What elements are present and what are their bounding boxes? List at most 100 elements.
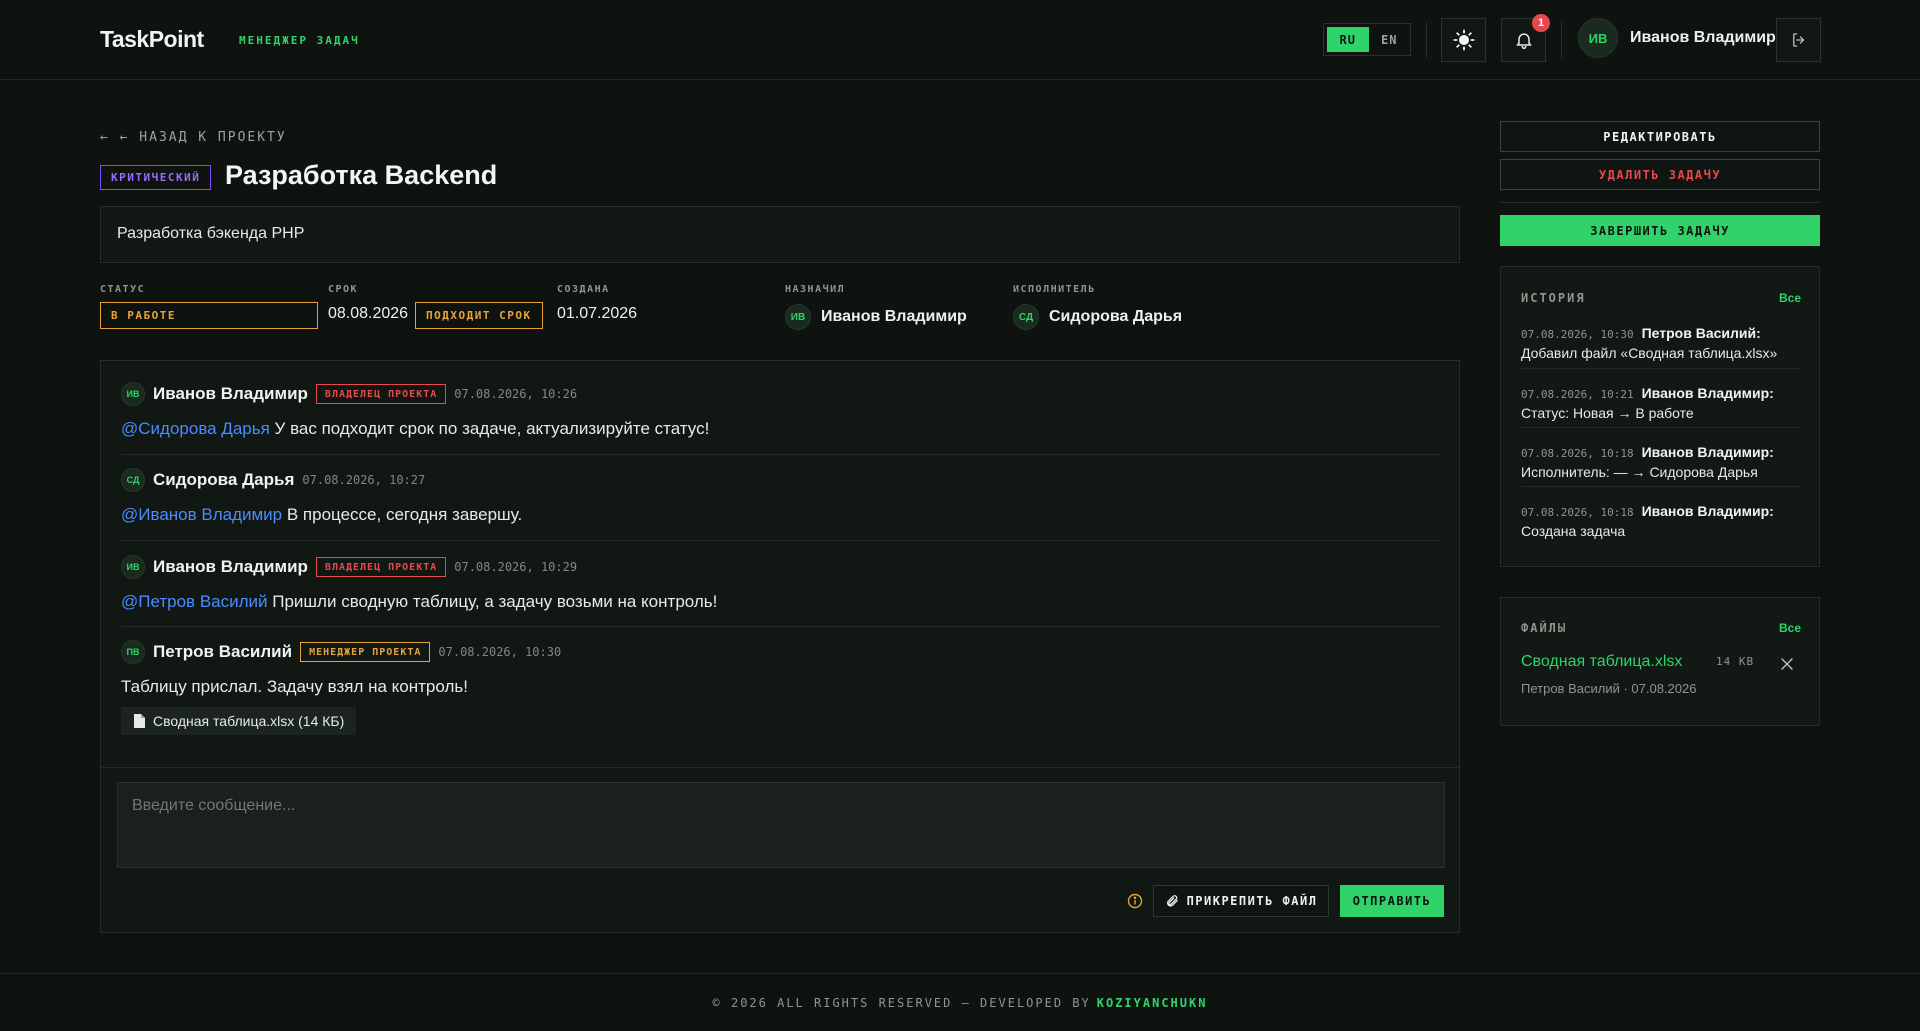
app-logo[interactable]: TaskPoint [100,26,204,53]
info-icon[interactable] [1127,893,1143,909]
message-input[interactable]: Введите сообщение... [117,782,1445,868]
file-size: 14 KB [1716,655,1755,668]
priority-badge: КРИТИЧЕСКИЙ [100,165,212,190]
history-item: 07.08.2026, 10:30 Петров Василий: Добавил … [1521,325,1778,361]
close-icon[interactable] [1781,658,1793,670]
history-all-link[interactable]: Все [1779,291,1801,305]
back-to-project-link[interactable]: ← ← НАЗАД К ПРОЕКТУ [100,130,287,145]
sun-icon [1452,29,1475,51]
notifications-button[interactable]: 1 [1501,14,1550,62]
assigner: ИВ Иванов Владимир [785,304,967,330]
bell-icon [1516,33,1531,50]
files-title: ФАЙЛЫ [1521,621,1568,635]
lang-en-button[interactable]: EN [1369,24,1411,55]
avatar: ИВ [785,304,811,330]
notification-count-badge: 1 [1532,14,1550,32]
message-author: Петров Василий [153,642,293,661]
logout-icon [1792,33,1804,47]
chat-message: ИВ Иванов Владимир ВЛАДЕЛЕЦ ПРОЕКТА 07.0… [121,554,1441,612]
file-link[interactable]: Сводная таблица.xlsx [1521,653,1682,671]
delete-task-button[interactable]: УДАЛИТЬ ЗАДАЧУ [1500,159,1820,190]
assigner-label: НАЗНАЧИЛ [785,284,846,295]
message-time: 07.08.2026, 10:27 [302,473,426,487]
message-author: Сидорова Дарья [153,470,295,489]
files-all-link[interactable]: Все [1779,621,1801,635]
chat-divider [101,767,1459,768]
user-name: Иванов Владимир [1630,29,1776,46]
history-divider [1521,368,1801,369]
chat-message: СД Сидорова Дарья 07.08.2026, 10:27 @Ива… [121,467,1441,525]
message-author: Иванов Владимир [153,384,308,403]
language-switcher: RU EN [1323,23,1411,56]
history-title: ИСТОРИЯ [1521,291,1586,305]
sidebar-divider [1500,202,1820,203]
history-item: 07.08.2026, 10:18 Иванов Владимир: Исполни… [1521,444,1774,480]
role-badge: ВЛАДЕЛЕЦ ПРОЕКТА [315,557,447,577]
file-icon [134,714,145,728]
top-header: TaskPoint МЕНЕДЖЕР ЗАДАЧ RU EN 1 ИВ Иван… [0,0,1920,80]
logout-button[interactable] [1776,18,1821,62]
message-time: 07.08.2026, 10:29 [454,560,578,574]
complete-task-button[interactable]: ЗАВЕРШИТЬ ЗАДАЧУ [1500,215,1820,246]
theme-toggle-button[interactable] [1441,18,1486,62]
header-divider [1426,22,1427,58]
header-divider [1561,22,1562,58]
avatar: ИВ [121,382,145,406]
history-item: 07.08.2026, 10:18 Иванов Владимир: Создана… [1521,503,1774,539]
user-profile[interactable]: ИВ Иванов Владимир [1578,18,1776,58]
assignee-name: Сидорова Дарья [1049,308,1183,325]
paperclip-icon [1166,895,1178,907]
mention-link[interactable]: @Иванов Владимир [121,505,282,524]
avatar: ИВ [121,555,145,579]
message-time: 07.08.2026, 10:26 [454,387,578,401]
message-text: @Иванов Владимир В процессе, сегодня зав… [121,505,523,524]
attach-file-button[interactable]: ПРИКРЕПИТЬ ФАЙЛ [1153,885,1329,917]
page-title: Разработка Backend [225,160,498,190]
message-divider [121,454,1441,455]
developer-link[interactable]: KOZIYANCHUKN [1097,996,1208,1010]
file-meta: Петров Василий · 07.08.2026 [1521,681,1697,696]
history-panel: ИСТОРИЯ Все 07.08.2026, 10:30 Петров Васи… [1500,266,1820,567]
files-panel: ФАЙЛЫ Все Сводная таблица.xlsx 14 KB Пет… [1500,597,1820,726]
message-divider [121,540,1441,541]
assignee: СД Сидорова Дарья [1013,304,1182,330]
due-label: СРОК [328,284,359,295]
status-label: СТАТУС [100,284,146,295]
due-soon-badge: ПОДХОДИТ СРОК [415,302,543,329]
history-divider [1521,486,1801,487]
task-description: Разработка бэкенда PHP [100,206,1460,263]
assigner-name: Иванов Владимир [821,308,967,325]
role-badge: ВЛАДЕЛЕЦ ПРОЕКТА [315,384,447,404]
mention-link[interactable]: @Петров Василий [121,592,268,611]
send-button[interactable]: ОТПРАВИТЬ [1340,885,1444,917]
message-text: @Сидорова Дарья У вас подходит срок по з… [121,419,710,438]
role-badge: МЕНЕДЖЕР ПРОЕКТА [300,642,431,662]
avatar: СД [1013,304,1039,330]
message-divider [121,626,1441,627]
lang-ru-button[interactable]: RU [1327,27,1369,52]
chat-message: ПВ Петров Василий МЕНЕДЖЕР ПРОЕКТА 07.08… [121,639,1441,735]
avatar: ИВ [1578,18,1618,58]
message-time: 07.08.2026, 10:30 [438,645,562,659]
message-author: Иванов Владимир [153,557,308,576]
chat-message: ИВ Иванов Владимир ВЛАДЕЛЕЦ ПРОЕКТА 07.0… [121,381,1441,439]
history-divider [1521,427,1801,428]
history-item: 07.08.2026, 10:21 Иванов Владимир: Статус:… [1521,385,1774,421]
due-date: 08.08.2026 [328,305,409,322]
attach-file-label: ПРИКРЕПИТЬ ФАЙЛ [1186,894,1318,908]
chat-panel: ИВ Иванов Владимир ВЛАДЕЛЕЦ ПРОЕКТА 07.0… [100,360,1460,933]
status-badge[interactable]: В РАБОТЕ [100,302,318,329]
created-date: 01.07.2026 [557,305,638,322]
assignee-label: ИСПОЛНИТЕЛЬ [1013,284,1096,295]
avatar: ПВ [121,640,145,664]
message-attachment[interactable]: Сводная таблица.xlsx (14 КБ) [121,707,357,735]
mention-link[interactable]: @Сидорова Дарья [121,419,270,438]
app-subtitle: МЕНЕДЖЕР ЗАДАЧ [239,34,360,47]
edit-task-button[interactable]: РЕДАКТИРОВАТЬ [1500,121,1820,152]
message-text: Таблицу прислал. Задачу взял на контроль… [121,677,468,696]
footer-text: © 2026 ALL RIGHTS RESERVED — DEVELOPED B… [712,995,1091,1010]
avatar: СД [121,468,145,492]
created-label: СОЗДАНА [557,284,610,295]
attachment-name: Сводная таблица.xlsx (14 КБ) [153,713,345,729]
message-text: @Петров Василий Пришли сводную таблицу, … [121,592,718,611]
